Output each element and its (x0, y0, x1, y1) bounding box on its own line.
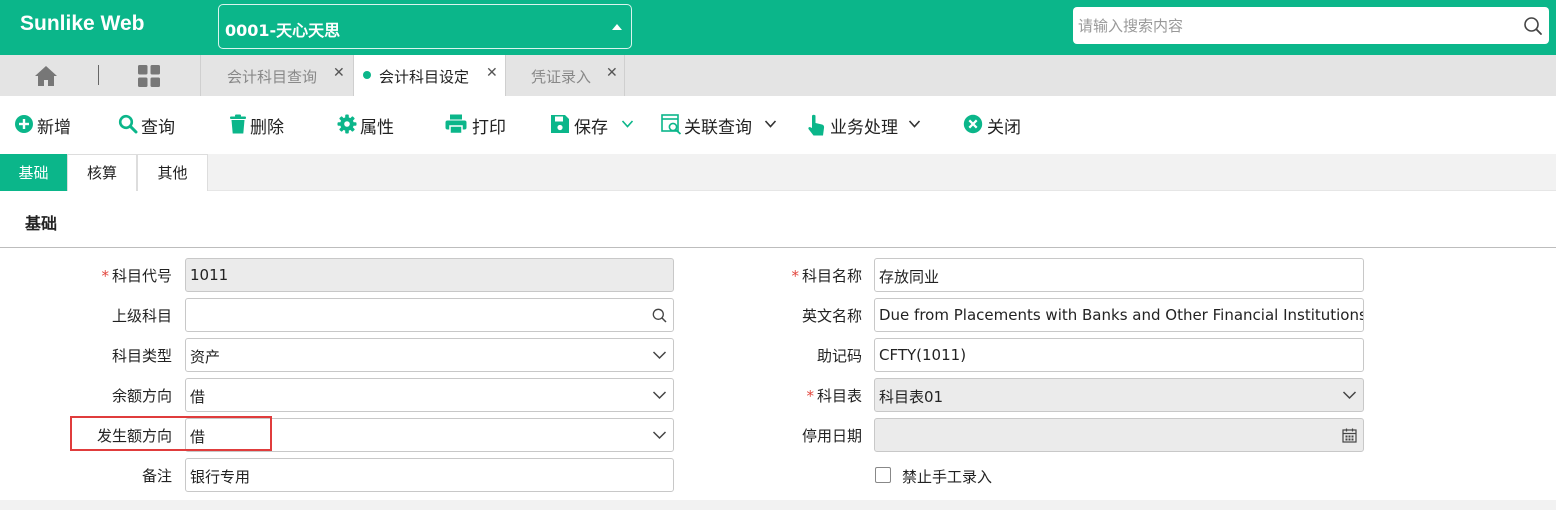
new-button[interactable]: 新增 (14, 113, 76, 138)
subject-name-field[interactable]: 存放同业 (874, 258, 1364, 292)
company-select-value: 0001-天心天思 (225, 21, 341, 40)
balance-direction-select[interactable]: 借 (185, 378, 674, 412)
company-select[interactable]: 0001-天心天思 (218, 4, 632, 49)
close-icon[interactable]: ✕ (606, 65, 618, 81)
save-icon (551, 115, 569, 133)
subtab-basic[interactable]: 基础 (0, 154, 67, 191)
subject-code-label: * 科目代号 (101, 267, 172, 285)
section-title: 基础 (25, 214, 58, 233)
print-button[interactable]: 打印 (445, 113, 511, 138)
subject-table-select[interactable]: 科目表01 (874, 378, 1364, 412)
required-marker: * (806, 387, 814, 405)
tab-bar-divider (98, 65, 99, 85)
remark-field[interactable]: 银行专用 (185, 458, 674, 492)
disable-date-field[interactable] (874, 418, 1364, 452)
mnemonic-field[interactable]: CFTY(1011) (874, 338, 1364, 372)
search-input[interactable] (1073, 7, 1513, 44)
gear-icon (337, 114, 357, 134)
bottom-strip (0, 500, 1556, 510)
close-icon[interactable]: ✕ (333, 65, 345, 81)
calendar-icon[interactable] (1342, 428, 1357, 443)
subtab-accounting[interactable]: 核算 (67, 154, 137, 191)
plus-circle-icon (15, 115, 33, 133)
save-button[interactable]: 保存 (550, 113, 636, 138)
printer-icon (445, 114, 467, 134)
required-marker: * (791, 267, 799, 285)
chevron-down-icon (1342, 391, 1357, 400)
disable-manual-entry-checkbox[interactable] (875, 467, 891, 483)
chevron-down-icon[interactable] (908, 119, 921, 129)
related-query-button[interactable]: 关联查询 (661, 113, 779, 138)
app-logo: Sunlike Web (20, 12, 145, 35)
english-name-label: 英文名称 (801, 307, 862, 325)
balance-direction-label: 余额方向 (111, 387, 172, 405)
home-icon[interactable] (34, 65, 58, 87)
close-icon[interactable]: ✕ (486, 65, 498, 81)
required-marker: * (101, 267, 109, 285)
subject-table-label: * 科目表 (806, 387, 862, 405)
parent-subject-field[interactable] (185, 298, 674, 332)
chevron-down-icon[interactable] (621, 119, 634, 129)
chevron-down-icon (652, 351, 667, 360)
related-query-icon (661, 114, 682, 135)
chevron-down-icon (652, 431, 667, 440)
subject-code-field[interactable]: 1011 (185, 258, 674, 292)
caret-up-icon (612, 24, 622, 30)
close-button[interactable]: 关闭 (963, 113, 1029, 138)
disable-date-label: 停用日期 (801, 427, 862, 445)
delete-button[interactable]: 删除 (229, 113, 291, 138)
business-process-button[interactable]: 业务处理 (807, 113, 925, 138)
search-icon[interactable] (652, 308, 667, 323)
app-header: Sunlike Web 0001-天心天思 (0, 0, 1556, 55)
subtab-other[interactable]: 其他 (137, 154, 208, 191)
global-search (1073, 7, 1549, 44)
subject-name-label: * 科目名称 (791, 267, 862, 285)
toolbar: 新增 查询 删除 属性 打印 保存 关联查询 业务处理 关闭 (0, 96, 1556, 154)
remark-label: 备注 (141, 467, 172, 485)
tab-account-setup[interactable]: 会计科目设定 ✕ (353, 55, 505, 96)
tab-label: 凭证录入 (531, 68, 592, 86)
hand-pointer-icon (808, 114, 825, 136)
tab-bar: 会计科目查询 ✕ 会计科目设定 ✕ 凭证录入 ✕ (0, 55, 1556, 96)
search-icon[interactable] (1523, 16, 1543, 36)
tab-label: 会计科目查询 (227, 68, 318, 86)
tab-account-query[interactable]: 会计科目查询 ✕ (200, 55, 353, 96)
query-button[interactable]: 查询 (118, 113, 180, 138)
chevron-down-icon[interactable] (764, 119, 777, 129)
disable-manual-entry-label: 禁止手工录入 (902, 468, 993, 486)
active-dot-icon (363, 71, 371, 79)
close-circle-icon (963, 114, 983, 134)
parent-subject-label: 上级科目 (111, 307, 172, 325)
properties-button[interactable]: 属性 (337, 113, 399, 138)
tab-voucher-entry[interactable]: 凭证录入 ✕ (505, 55, 625, 96)
section-divider (0, 247, 1556, 248)
chevron-down-icon (652, 391, 667, 400)
form-subtabs: 基础 核算 其他 (0, 154, 1556, 191)
tab-label: 会计科目设定 (379, 68, 470, 86)
search-icon (118, 114, 138, 134)
subject-type-label: 科目类型 (111, 347, 172, 365)
english-name-field[interactable]: Due from Placements with Banks and Other… (874, 298, 1364, 332)
highlight-box (70, 416, 272, 451)
apps-grid-icon[interactable] (138, 65, 160, 87)
mnemonic-label: 助记码 (816, 347, 862, 365)
subject-type-select[interactable]: 资产 (185, 338, 674, 372)
trash-icon (230, 114, 246, 134)
